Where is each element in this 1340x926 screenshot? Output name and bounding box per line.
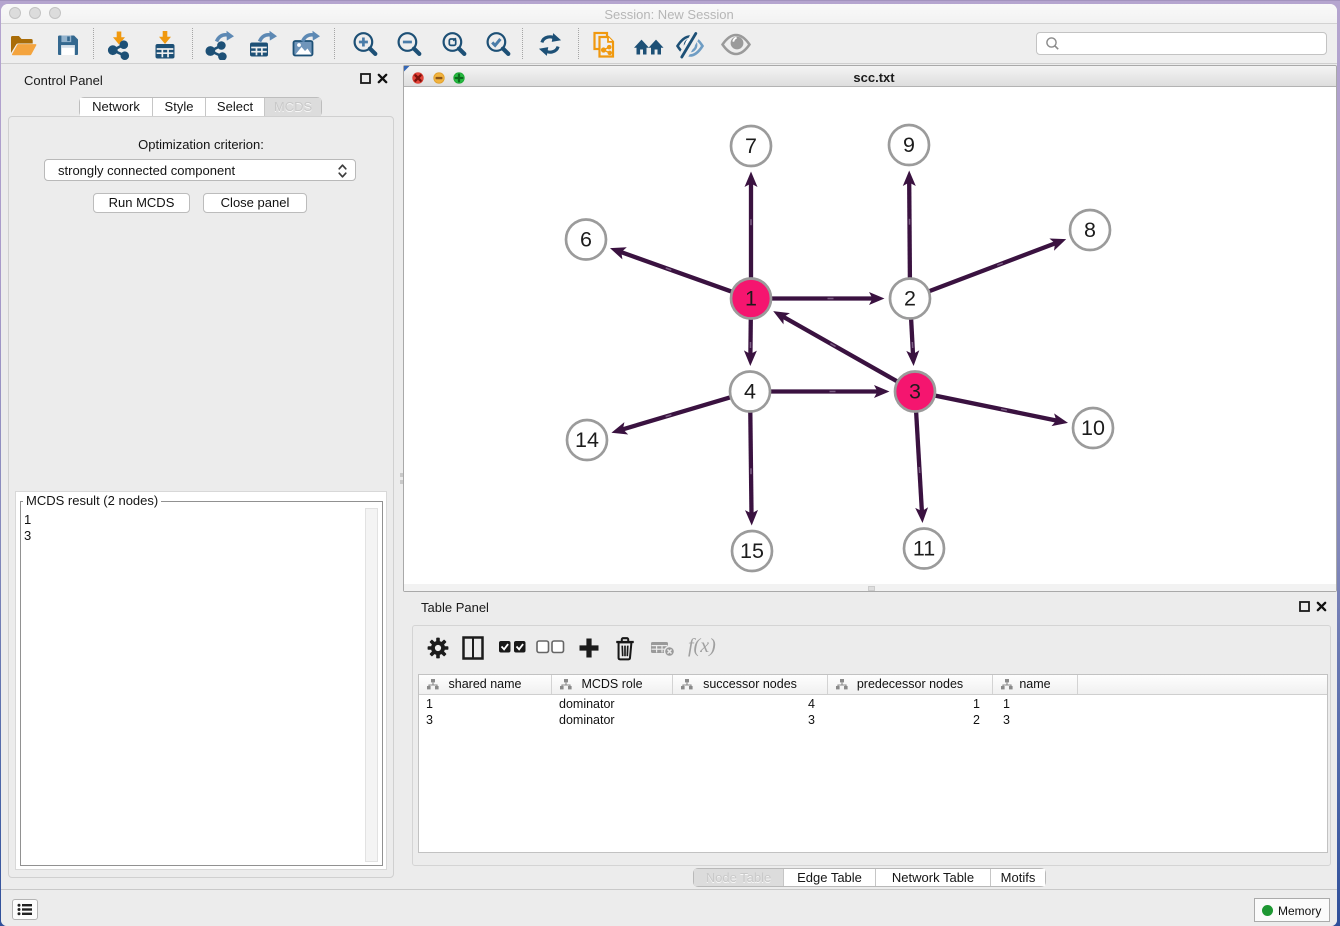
svg-text:1: 1: [745, 287, 757, 311]
svg-text:2: 2: [904, 287, 916, 311]
svg-text:6: 6: [580, 228, 592, 252]
svg-text:8: 8: [1084, 218, 1096, 242]
svg-text:14: 14: [575, 428, 599, 452]
svg-text:10: 10: [1081, 416, 1105, 440]
svg-text:11: 11: [913, 537, 935, 561]
svg-text:7: 7: [745, 134, 757, 158]
svg-text:4: 4: [744, 380, 756, 404]
svg-text:15: 15: [740, 539, 764, 563]
svg-text:9: 9: [903, 133, 915, 157]
svg-text:3: 3: [909, 380, 921, 404]
